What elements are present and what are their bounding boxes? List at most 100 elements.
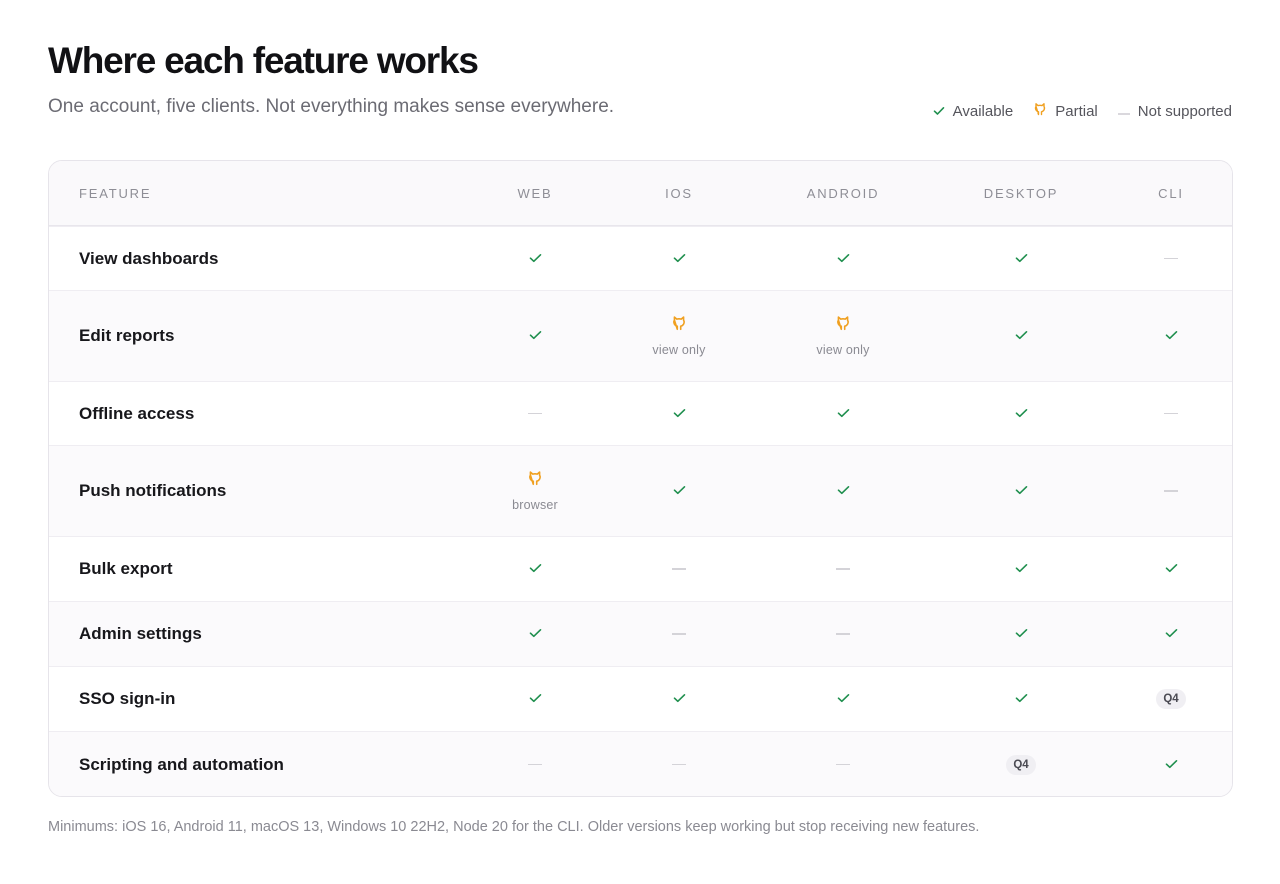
web-status-cell <box>465 667 605 731</box>
legend-partial: Partial <box>1033 102 1098 120</box>
check-icon <box>1165 625 1178 643</box>
table-row: SSO sign-in Q4 <box>49 666 1232 731</box>
partial-note: browser <box>512 498 558 512</box>
ios-status-cell <box>609 537 749 601</box>
table-row: View dashboards <box>49 226 1232 290</box>
cli-status-cell <box>1101 446 1232 536</box>
desktop-status-cell <box>951 602 1091 666</box>
check-icon <box>1015 405 1028 423</box>
table-row: Edit reports view only view only <box>49 290 1232 381</box>
dash-icon <box>1164 490 1178 492</box>
check-icon <box>933 103 953 120</box>
table-row: Scripting and automation Q4 <box>49 731 1232 796</box>
check-icon <box>529 560 542 578</box>
legend-available-label: Available <box>952 102 1014 120</box>
check-icon <box>673 690 686 708</box>
check-icon <box>1165 327 1178 345</box>
android-status-cell <box>773 537 913 601</box>
feature-cell: Offline access <box>79 382 194 445</box>
cli-status-cell <box>1101 732 1232 796</box>
header-web: WEB <box>517 185 553 201</box>
partial-icon <box>671 315 687 336</box>
desktop-status-cell <box>951 227 1091 290</box>
feature-cell: Admin settings <box>79 602 202 666</box>
partial-icon <box>1033 102 1055 120</box>
feature-name: Edit reports <box>79 326 175 345</box>
feature-cell: Edit reports <box>79 291 174 381</box>
dash-icon <box>672 763 686 766</box>
feature-cell: SSO sign-in <box>79 667 175 731</box>
ios-status-cell <box>609 602 749 666</box>
android-status-cell <box>773 446 913 536</box>
check-icon <box>1165 756 1178 774</box>
android-status-cell <box>773 602 913 666</box>
legend: Available Partial Not supported <box>913 102 1232 120</box>
partial-note: view only <box>816 343 870 357</box>
cli-status-cell <box>1101 382 1232 445</box>
feature-name: Offline access <box>79 403 195 423</box>
planned-badge: Q4 <box>1006 754 1036 775</box>
table-row: Bulk export <box>49 536 1232 601</box>
dash-icon <box>836 633 850 635</box>
check-icon <box>1015 560 1028 578</box>
feature-name: SSO sign-in <box>79 689 176 708</box>
check-icon <box>529 327 542 345</box>
check-icon <box>673 405 686 423</box>
web-status-cell <box>465 732 605 796</box>
feature-name: View dashboards <box>79 248 219 268</box>
footer-note: Minimums: iOS 16, Android 11, macOS 13, … <box>48 819 980 835</box>
legend-not-supported-label: Not supported <box>1137 102 1232 120</box>
legend-not-supported: Not supported <box>1117 102 1232 120</box>
cli-status-cell <box>1101 227 1232 290</box>
check-icon <box>673 250 686 268</box>
check-icon <box>529 690 542 708</box>
web-status-cell: browser <box>465 446 605 536</box>
feature-name: Admin settings <box>79 624 202 643</box>
android-status-cell <box>773 227 913 290</box>
dash-icon <box>1164 257 1178 260</box>
header-desktop: DESKTOP <box>983 185 1059 201</box>
check-icon <box>1015 250 1028 268</box>
planned-badge: Q4 <box>1156 689 1186 709</box>
legend-available: Available <box>933 102 1014 120</box>
check-icon <box>1015 482 1028 500</box>
check-icon <box>837 250 850 268</box>
check-icon <box>1015 327 1028 345</box>
table-row: Admin settings <box>49 601 1232 666</box>
ios-status-cell: view only <box>609 291 749 381</box>
table-row: Offline access <box>49 381 1232 445</box>
feature-cell: Push notifications <box>79 446 226 536</box>
web-status-cell <box>465 382 605 445</box>
android-status-cell <box>773 382 913 445</box>
check-icon <box>529 625 542 643</box>
ios-status-cell <box>609 446 749 536</box>
dash-icon <box>528 763 542 766</box>
dash-icon <box>836 763 850 766</box>
ios-status-cell <box>609 227 749 290</box>
dash-icon <box>836 568 850 570</box>
feature-matrix-table: FEATURE WEB IOS ANDROID DESKTOP CLI View… <box>48 160 1233 797</box>
dash-icon <box>672 568 686 570</box>
cli-status-cell <box>1101 537 1232 601</box>
desktop-status-cell: Q4 <box>951 732 1091 796</box>
check-icon <box>1165 560 1178 578</box>
dash-icon <box>528 412 542 415</box>
web-status-cell <box>465 602 605 666</box>
check-icon <box>837 482 850 500</box>
cli-status-cell <box>1101 602 1232 666</box>
header-android: ANDROID <box>806 185 880 201</box>
table-row: Push notifications browser <box>49 445 1232 536</box>
web-status-cell <box>465 291 605 381</box>
dash-icon <box>1164 412 1178 415</box>
check-icon <box>529 250 542 268</box>
android-status-cell <box>773 732 913 796</box>
partial-note: view only <box>652 343 706 357</box>
feature-cell: View dashboards <box>79 227 219 290</box>
web-status-cell <box>465 537 605 601</box>
feature-name: Scripting and automation <box>79 754 284 774</box>
ios-status-cell <box>609 667 749 731</box>
feature-cell: Scripting and automation <box>79 732 284 796</box>
check-icon <box>1015 690 1028 708</box>
feature-cell: Bulk export <box>79 537 173 601</box>
dash-icon <box>1117 103 1138 120</box>
